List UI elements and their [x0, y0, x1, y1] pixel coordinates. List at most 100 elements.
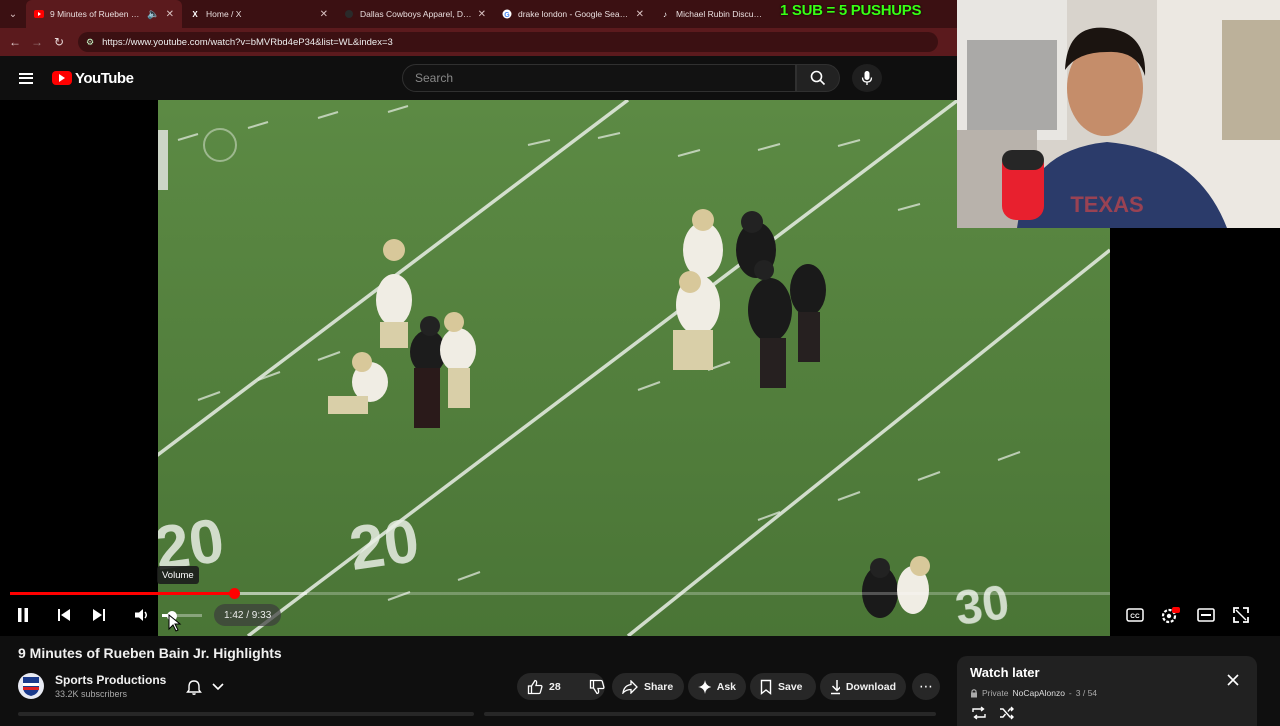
playlist-panel: Watch later Private NoCapAlonzo - 3 / 54 — [957, 656, 1257, 726]
search-placeholder: Search — [415, 71, 454, 85]
ask-label: Ask — [716, 680, 736, 693]
next-button[interactable] — [89, 603, 109, 627]
share-label: Share — [644, 680, 674, 693]
url-text: https://www.youtube.com/watch?v=bMVRbd4e… — [102, 36, 393, 48]
tab-close-icon[interactable]: ✕ — [320, 9, 328, 20]
volume-tooltip: Volume — [157, 566, 199, 584]
youtube-header: YouTube Search — [0, 56, 960, 100]
skip-previous-icon — [58, 609, 70, 621]
tab-close-icon[interactable]: ✕ — [478, 9, 486, 20]
youtube-logo[interactable]: YouTube — [52, 70, 134, 87]
menu-icon[interactable] — [0, 70, 52, 86]
microphone-icon — [861, 71, 873, 85]
tab-close-icon[interactable]: ✕ — [636, 9, 644, 20]
tab-title: Dallas Cowboys Apparel, Dalla — [360, 9, 472, 19]
chips-row-edge — [484, 712, 936, 716]
playlist-position: 3 / 54 — [1075, 688, 1098, 698]
lock-icon — [971, 689, 977, 698]
field-number: 20 — [345, 506, 423, 584]
browser-tab[interactable]: G drake london - Google Search ✕ — [494, 0, 652, 28]
download-button[interactable]: Download — [820, 673, 906, 700]
settings-button[interactable] — [1158, 603, 1182, 627]
channel-name[interactable]: Sports Productions — [55, 673, 166, 687]
tab-search-chevron-icon[interactable]: ⌄ — [0, 0, 26, 28]
player-letterbox-left — [0, 100, 158, 636]
playlist-meta: Private NoCapAlonzo - 3 / 54 — [970, 688, 1097, 698]
previous-button[interactable] — [54, 603, 74, 627]
forward-arrow-icon[interactable]: → — [26, 28, 48, 56]
site-info-icon[interactable]: ⚙ — [86, 37, 94, 48]
reload-icon[interactable]: ↻ — [48, 28, 70, 56]
tiktok-icon: ♪ — [663, 9, 667, 19]
captions-button[interactable]: CC — [1124, 603, 1146, 627]
webcam-scene: TEXAS — [957, 0, 1280, 228]
svg-text:CC: CC — [1130, 613, 1140, 620]
bookmark-icon — [760, 679, 772, 695]
description-box-edge — [18, 712, 474, 716]
tab-title: 9 Minutes of Rueben Bain J — [50, 9, 142, 19]
browser-tab[interactable]: Dallas Cowboys Apparel, Dalla ✕ — [336, 0, 494, 28]
loop-button[interactable] — [971, 706, 987, 725]
played-bar — [10, 592, 235, 595]
captions-icon: CC — [1126, 608, 1144, 622]
sparkle-icon — [698, 679, 711, 694]
like-count: 28 — [549, 680, 561, 693]
tab-title: Home / X — [206, 9, 242, 19]
search-icon — [810, 70, 826, 86]
gear-icon — [1161, 607, 1180, 624]
mute-button[interactable] — [132, 603, 152, 627]
speaker-icon[interactable]: 🔈 — [147, 9, 159, 20]
webcam-feed: TEXAS — [957, 0, 1280, 228]
browser-tab[interactable]: 9 Minutes of Rueben Bain J 🔈 ✕ — [26, 0, 182, 28]
thumbs-up-icon — [527, 679, 543, 694]
dislike-button[interactable] — [589, 679, 605, 695]
tab-title: drake london - Google Search — [518, 9, 630, 19]
url-field[interactable]: ⚙ https://www.youtube.com/watch?v=bMVRbd… — [78, 32, 938, 52]
youtube-play-icon — [52, 71, 72, 85]
close-icon — [1227, 674, 1239, 686]
fullscreen-icon — [1233, 607, 1249, 623]
video-progress-bar[interactable] — [10, 588, 1110, 599]
playlist-owner[interactable]: NoCapAlonzo — [1012, 688, 1064, 698]
x-icon: X — [192, 9, 198, 19]
playlist-title[interactable]: Watch later — [970, 665, 1040, 680]
pause-button[interactable] — [12, 603, 34, 627]
channel-avatar[interactable] — [18, 673, 44, 699]
like-button[interactable]: 28 — [527, 679, 561, 695]
fullscreen-button[interactable] — [1230, 603, 1252, 627]
search-input[interactable]: Search — [402, 64, 796, 92]
download-label: Download — [845, 680, 896, 693]
pause-icon — [18, 608, 28, 622]
theater-mode-button[interactable] — [1195, 603, 1217, 627]
youtube-icon — [34, 9, 44, 19]
shuffle-icon — [1000, 706, 1014, 720]
stream-overlay-text: 1 SUB = 5 PUSHUPS — [780, 2, 922, 19]
subscriber-count: 33.2K subscribers — [55, 689, 128, 699]
save-button[interactable]: Save — [750, 673, 816, 700]
search-button[interactable] — [796, 64, 840, 92]
shuffle-button[interactable] — [999, 706, 1015, 725]
svg-text:TEXAS: TEXAS — [1070, 192, 1143, 217]
more-horizontal-icon: ⋯ — [919, 678, 933, 694]
field-number: 30 — [952, 576, 1012, 636]
ask-button[interactable]: Ask — [688, 673, 746, 700]
share-button[interactable]: Share — [612, 673, 684, 700]
address-bar-row: ← → ↻ ⚙ https://www.youtube.com/watch?v=… — [0, 28, 960, 56]
back-arrow-icon[interactable]: ← — [4, 28, 26, 56]
notification-settings-button[interactable] — [180, 674, 230, 700]
voice-search-button[interactable] — [852, 64, 882, 92]
download-icon — [831, 679, 840, 694]
playlist-privacy: Private — [982, 688, 1009, 698]
browser-tab[interactable]: X Home / X ✕ — [182, 0, 336, 28]
mouse-cursor-icon — [168, 614, 182, 632]
more-actions-button[interactable]: ⋯ — [912, 673, 940, 700]
playlist-separator: - — [1068, 688, 1072, 698]
chevron-down-icon — [212, 683, 224, 691]
volume-icon — [135, 609, 147, 621]
like-dislike-group: 28 — [517, 673, 605, 700]
site-icon — [344, 9, 354, 19]
tab-close-icon[interactable]: ✕ — [166, 9, 174, 20]
close-playlist-button[interactable] — [1223, 670, 1243, 690]
shield-logo-icon — [23, 677, 39, 696]
browser-tab[interactable]: ♪ Michael Rubin Discusses Be — [652, 0, 770, 28]
